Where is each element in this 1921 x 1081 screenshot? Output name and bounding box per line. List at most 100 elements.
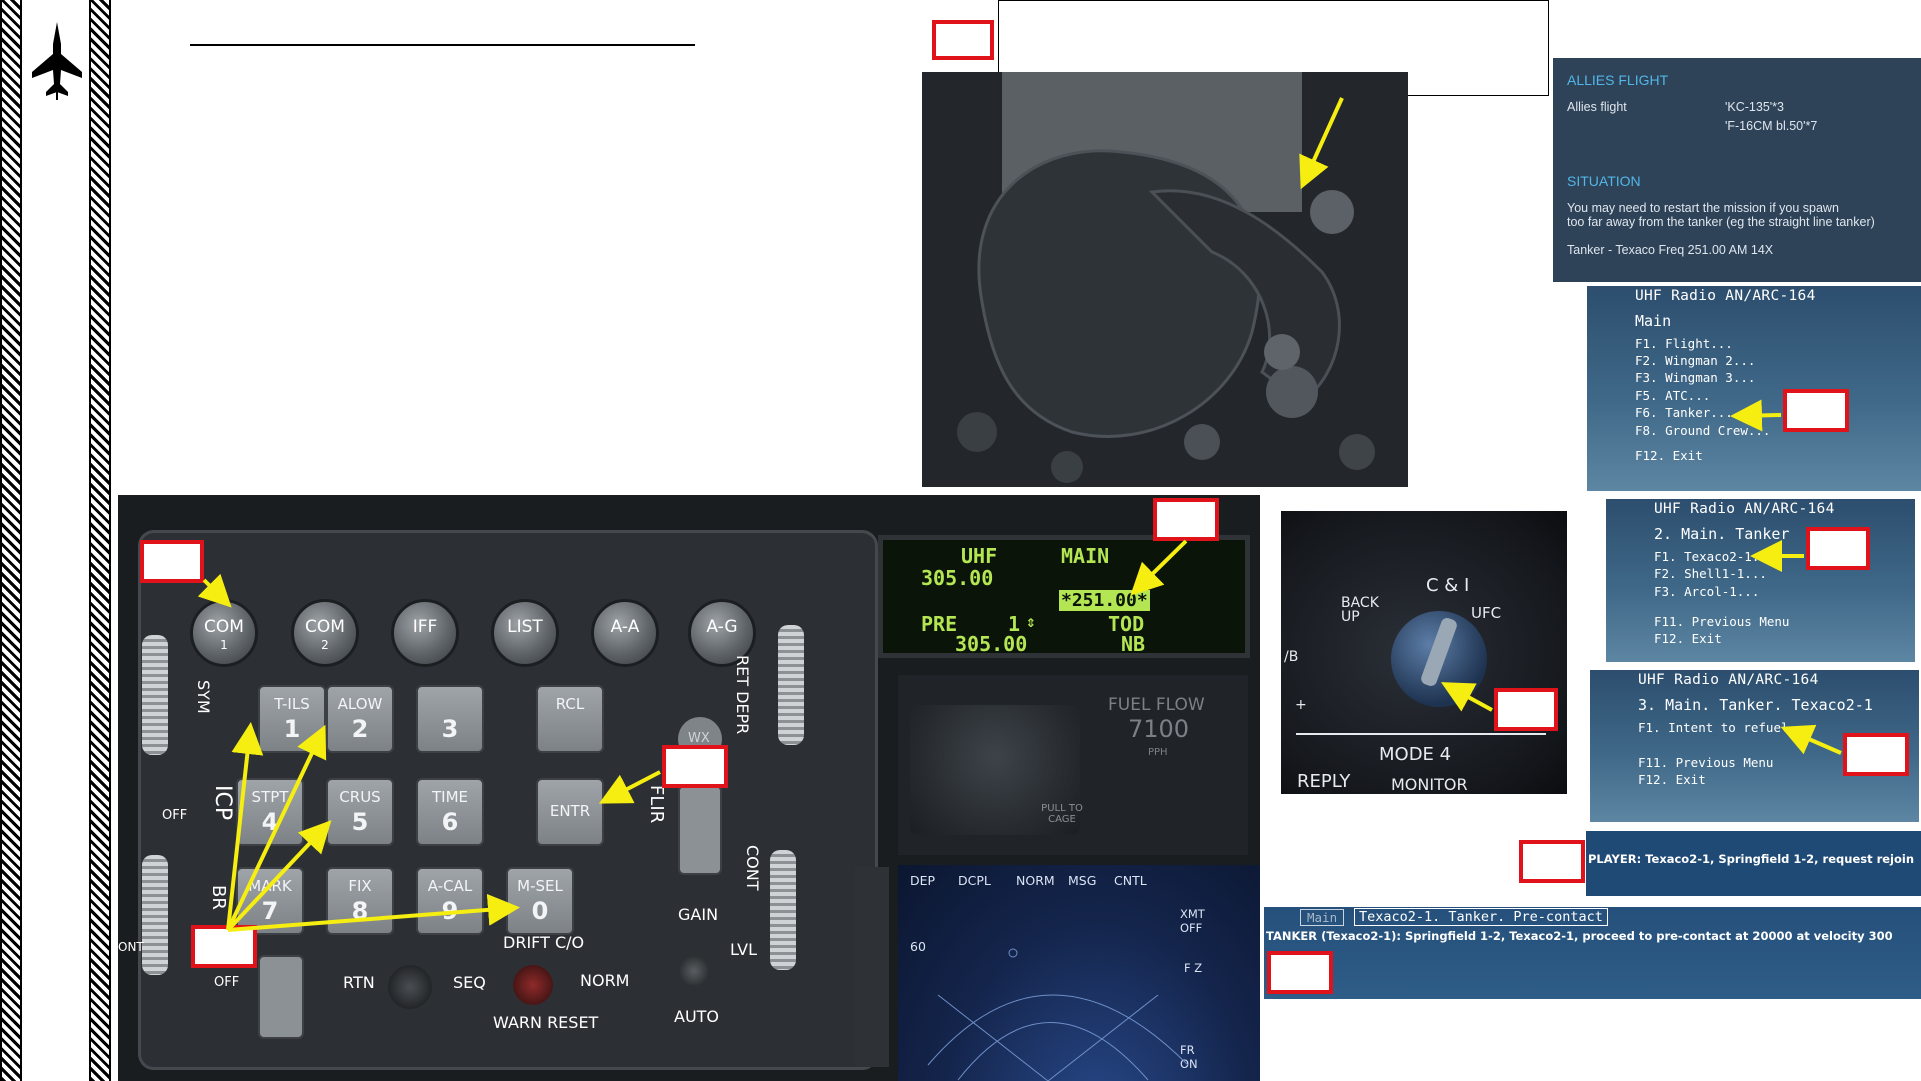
radio-menu-prev[interactable]: F11. Previous Menu xyxy=(1654,614,1789,629)
ded-freq-bottom: 305.00 xyxy=(955,632,1028,656)
radio-menu-item[interactable]: F2. Wingman 2... xyxy=(1635,353,1755,368)
ded-uhf: UHF xyxy=(961,544,998,568)
radio-menu-item-texaco[interactable]: F1. Texaco2-1... xyxy=(1654,549,1774,564)
allies-flight-heading: ALLIES FLIGHT xyxy=(1567,72,1669,88)
radio-menu-item[interactable]: F3. Arcol-1... xyxy=(1654,584,1759,599)
monitor-label: MONITOR xyxy=(1391,775,1468,794)
situation-line2: too far away from the tanker (eg the str… xyxy=(1567,215,1875,229)
cont-wheel[interactable] xyxy=(770,850,796,970)
a-a-button[interactable]: A-A xyxy=(591,599,659,667)
sym-label: SYM xyxy=(194,680,213,714)
flir-label: FLIR xyxy=(646,785,667,824)
allies-flight-label: Allies flight xyxy=(1567,100,1627,114)
fuel-flow-label: FUEL FLOW xyxy=(1108,695,1205,715)
callout-keypad xyxy=(191,925,257,968)
radio-menu-header: 3. Main. Tanker. Texaco2-1 xyxy=(1638,696,1873,714)
sym-wheel[interactable] xyxy=(142,635,168,755)
tanker-message: TANKER (Texaco2-1): Springfield 1-2, Tex… xyxy=(1266,929,1893,943)
radio-menu-prev[interactable]: F11. Previous Menu xyxy=(1638,755,1773,770)
cont-label: CONT xyxy=(743,845,762,891)
radio-menu-item[interactable]: F3. Wingman 3... xyxy=(1635,370,1755,385)
radio-menu-exit[interactable]: F12. Exit xyxy=(1635,448,1703,463)
lvl-label: LVL xyxy=(730,940,758,959)
key-4[interactable]: STPT 4 xyxy=(236,778,304,846)
seq-label: SEQ xyxy=(453,973,486,992)
com1-button[interactable]: COM 1 xyxy=(190,599,258,667)
rtn-label: RTN xyxy=(343,973,375,992)
radio-menu-title: UHF Radio AN/ARC-164 xyxy=(1654,501,1835,517)
wx-label: WX xyxy=(688,731,710,746)
ont-label: ONT xyxy=(118,940,144,954)
norm-label: NORM xyxy=(580,971,630,990)
key-0[interactable]: M-SEL 0 xyxy=(506,867,574,935)
callout-throttle xyxy=(932,20,994,60)
fuel-flow-value: 7100 xyxy=(1128,715,1190,743)
c-i-knob[interactable] xyxy=(1391,611,1487,707)
iff-button[interactable]: IFF xyxy=(391,599,459,667)
callout-tanker-message xyxy=(1267,951,1333,994)
mode4-rule xyxy=(1296,733,1546,735)
briefing-panel: ALLIES FLIGHT Allies flight 'KC-135'*3 '… xyxy=(1553,58,1921,282)
key-2[interactable]: ALOW 2 xyxy=(326,685,394,753)
radio-menu-header: Main xyxy=(1635,312,1672,330)
callout-tanker-item xyxy=(1783,389,1849,432)
icp-photo: COM 1 COM 2 IFF LIST A-A A-G T-ILS 1 ALOW 2 … xyxy=(118,495,1260,1081)
situation-heading: SITUATION xyxy=(1567,173,1641,189)
ded-freq-top: 305.00 xyxy=(921,566,994,590)
right-hatch-strip xyxy=(89,0,111,1081)
b-label: /B xyxy=(1284,649,1299,665)
ded-preset-arrows: ⇕ xyxy=(1026,612,1036,631)
list-button[interactable]: LIST xyxy=(491,599,559,667)
flir-rocker[interactable] xyxy=(678,785,722,875)
key-6[interactable]: TIME 6 xyxy=(416,778,484,846)
key-1[interactable]: T-ILS 1 xyxy=(258,685,326,753)
comm-menu-bar: Main Texaco2-1. Tanker. Pre-contact TANK… xyxy=(1264,907,1921,999)
tab-main[interactable]: Main xyxy=(1300,909,1345,926)
br-wheel[interactable] xyxy=(142,855,168,975)
title-underline xyxy=(190,44,695,46)
allies-flight-line2: 'F-16CM bl.50'*7 xyxy=(1725,119,1818,133)
situation-line1: You may need to restart the mission if y… xyxy=(1567,201,1839,215)
left-hatch-strip xyxy=(0,0,22,1081)
rcl-key[interactable]: RCL xyxy=(536,685,604,753)
ufc-label: UFC xyxy=(1471,604,1502,622)
radio-menu-exit[interactable]: F12. Exit xyxy=(1638,772,1706,787)
up-down-rocker[interactable] xyxy=(258,955,304,1039)
knob-pointer xyxy=(1419,616,1459,688)
drift-co-switch[interactable] xyxy=(513,965,553,1005)
radio-menu-item-intent-refuel[interactable]: F1. Intent to refuel xyxy=(1638,720,1789,735)
radio-menu-item-tanker[interactable]: F6. Tanker... xyxy=(1635,405,1733,420)
backup-label: BACK UP xyxy=(1341,595,1379,625)
situation-line3: Tanker - Texaco Freq 251.00 AM 14X xyxy=(1567,243,1774,257)
callout-intent-refuel xyxy=(1843,733,1909,776)
radio-menu-item[interactable]: F5. ATC... xyxy=(1635,388,1710,403)
radio-menu-item[interactable]: F1. Flight... xyxy=(1635,336,1733,351)
mfd-display: DEP DCPL NORM MSG CNTL 60 XMT OFF F Z FR… xyxy=(898,865,1260,1081)
mfd-osb-column xyxy=(855,867,889,1067)
radio-menu-exit[interactable]: F12. Exit xyxy=(1654,631,1722,646)
off-label-left: OFF xyxy=(162,808,188,823)
radio-menu-item[interactable]: F2. Shell1-1... xyxy=(1654,566,1767,581)
radio-menu-main: UHF Radio AN/ARC-164 Main F1. Flight... … xyxy=(1587,286,1921,491)
icp-label: ICP xyxy=(210,785,235,821)
entr-key[interactable]: ENTR xyxy=(536,778,604,846)
com2-button[interactable]: COM 2 xyxy=(291,599,359,667)
player-chat-message: PLAYER: Texaco2-1, Springfield 1-2, requ… xyxy=(1588,852,1915,866)
key-9[interactable]: A-CAL 9 xyxy=(416,867,484,935)
fuel-flow-unit: PPH xyxy=(1148,747,1168,758)
ded-pre: PRE xyxy=(921,612,958,636)
callout-texaco-item xyxy=(1806,527,1870,570)
gain-switch[interactable] xyxy=(678,955,710,987)
callout-com1 xyxy=(140,540,204,583)
key-3[interactable]: 3 xyxy=(416,685,484,753)
ufc-mode-knob-photo: C & I BACK UP UFC /B + MODE 4 REPLY MONI… xyxy=(1281,511,1567,794)
key-5[interactable]: CRUS 5 xyxy=(326,778,394,846)
callout-entr xyxy=(662,745,728,788)
key-8[interactable]: FIX 8 xyxy=(326,867,394,935)
radio-menu-title: UHF Radio AN/ARC-164 xyxy=(1638,672,1819,688)
callout-c-i-knob xyxy=(1494,688,1558,731)
dobber-switch[interactable] xyxy=(388,965,432,1009)
radio-menu-item[interactable]: F8. Ground Crew... xyxy=(1635,423,1770,438)
ret-depr-wheel[interactable] xyxy=(778,625,804,745)
player-chat-bar: PLAYER: Texaco2-1, Springfield 1-2, requ… xyxy=(1586,831,1921,896)
